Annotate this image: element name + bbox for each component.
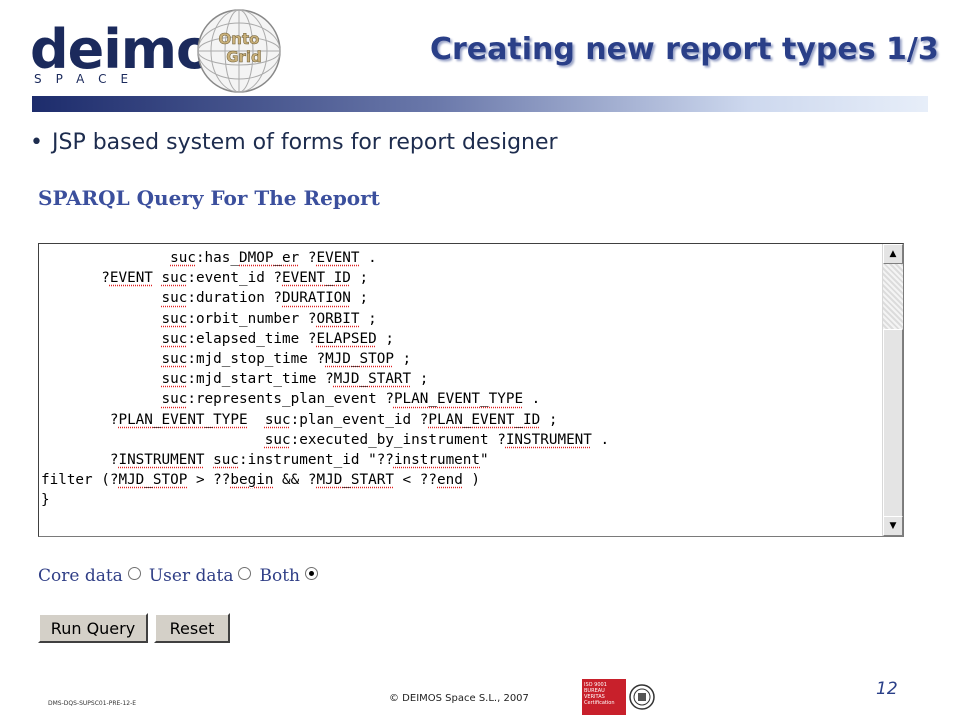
form-heading: SPARQL Query For The Report	[38, 186, 380, 210]
radio-button[interactable]	[127, 566, 141, 580]
certification-logo: ISO 9001 BUREAU VERITAS Certification	[582, 679, 658, 715]
svg-text:Grid: Grid	[226, 48, 262, 66]
radio-button[interactable]	[238, 566, 252, 580]
document-id: DMS-DQS-SUPSC01-PRE-12-E	[48, 700, 137, 707]
scroll-track[interactable]	[883, 264, 903, 329]
scroll-down-arrow-icon[interactable]: ▼	[883, 516, 903, 536]
bullet-dot-icon: •	[30, 130, 43, 155]
radio-label: Both	[259, 566, 300, 586]
radio-user-data[interactable]: User data	[149, 566, 252, 586]
radio-label: User data	[148, 566, 234, 586]
logo-subtext: SPACE	[34, 72, 143, 86]
data-source-radio-group: Core data User data Both	[38, 566, 326, 586]
sparql-query-textarea[interactable]: suc:has_DMOP_er ?EVENT . ?EVENT suc:even…	[38, 243, 904, 537]
bullet-point: • JSP based system of forms for report de…	[30, 130, 558, 155]
bureau-veritas-seal-icon	[626, 679, 658, 715]
radio-core-data[interactable]: Core data	[38, 566, 141, 586]
run-query-button[interactable]: Run Query	[38, 613, 148, 643]
radio-both[interactable]: Both	[259, 566, 318, 586]
cert-badge-text: ISO 9001 BUREAU VERITAS Certification	[582, 679, 626, 715]
reset-button[interactable]: Reset	[154, 613, 230, 643]
scroll-up-arrow-icon[interactable]: ▲	[883, 244, 903, 264]
radio-label: Core data	[38, 566, 123, 586]
radio-button[interactable]	[304, 566, 318, 580]
slide-title: Creating new report types 1/3	[430, 32, 939, 67]
title-gradient-bar	[32, 96, 928, 112]
ontogrid-globe-logo: Onto Grid	[197, 9, 281, 93]
scroll-thumb[interactable]	[883, 329, 903, 517]
globe-text: Onto	[219, 30, 260, 48]
query-text[interactable]: suc:has_DMOP_er ?EVENT . ?EVENT suc:even…	[41, 248, 879, 511]
bullet-text: JSP based system of forms for report des…	[52, 130, 558, 155]
textarea-scrollbar[interactable]: ▲ ▼	[882, 244, 903, 536]
page-number: 12	[876, 679, 898, 699]
copyright-text: © DEIMOS Space S.L., 2007	[389, 693, 529, 704]
